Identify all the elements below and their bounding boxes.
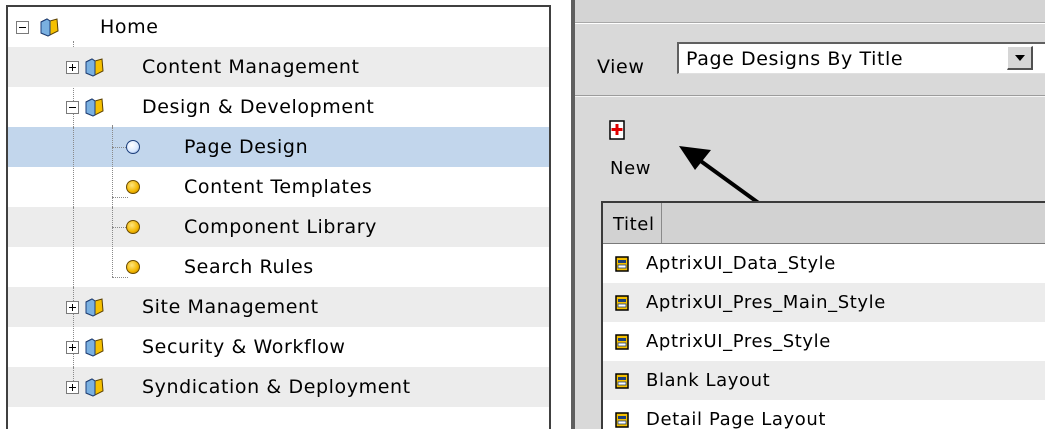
circle-node-icon: [126, 220, 140, 234]
circle-node-icon: [126, 140, 140, 154]
column-separator[interactable]: [661, 203, 662, 243]
view-select[interactable]: Page Designs By Title: [677, 42, 1045, 74]
folder-icon: [40, 18, 59, 37]
dropdown-arrow-icon[interactable]: [1007, 46, 1033, 70]
expand-icon[interactable]: [66, 341, 79, 354]
tree-item-label: Design & Development: [142, 96, 375, 118]
expand-icon[interactable]: [66, 61, 79, 74]
folder-icon: [85, 98, 104, 117]
circle-node-icon: [126, 180, 140, 194]
tree-connector: [73, 207, 74, 247]
page-design-table: Titel AptrixUI_Data_Style AptrixUI_Pres_…: [601, 201, 1045, 429]
folder-icon: [85, 298, 104, 317]
collapse-icon[interactable]: [16, 21, 29, 34]
table-cell-title: AptrixUI_Pres_Style: [646, 331, 831, 352]
expand-icon[interactable]: [66, 381, 79, 394]
page-design-icon: [615, 373, 629, 389]
folder-icon: [85, 338, 104, 357]
tree-item-design-development[interactable]: Design & Development: [8, 87, 549, 127]
tree-item-label: Syndication & Deployment: [142, 376, 411, 398]
circle-node-icon: [126, 260, 140, 274]
page-design-icon: [615, 256, 629, 272]
tree-item-search-rules[interactable]: Search Rules: [8, 247, 549, 287]
table-row[interactable]: AptrixUI_Pres_Style: [603, 322, 1045, 361]
tree-item-content-templates[interactable]: Content Templates: [8, 167, 549, 207]
tree-item-content-management[interactable]: Content Management: [8, 47, 549, 87]
tree-item-label: Page Design: [184, 136, 309, 158]
top-strip-highlight: [575, 23, 1045, 24]
new-button[interactable]: New: [601, 118, 661, 179]
table-cell-title: Detail Page Layout: [646, 409, 827, 429]
tree-item-site-management[interactable]: Site Management: [8, 287, 549, 327]
tree-item-label: Search Rules: [184, 256, 314, 278]
table-header[interactable]: Titel: [603, 203, 1045, 244]
new-button-label: New: [610, 158, 652, 179]
table-cell-title: Blank Layout: [646, 370, 771, 391]
table-cell-title: AptrixUI_Data_Style: [646, 253, 836, 274]
tree-item-label: Content Management: [142, 56, 360, 78]
tree-item-label: Component Library: [184, 216, 377, 238]
table-row[interactable]: Detail Page Layout: [603, 400, 1045, 429]
tree-connector: [112, 127, 113, 167]
pane-gap: [551, 0, 571, 429]
column-header-title: Titel: [613, 214, 655, 235]
tree-item-label: Content Templates: [184, 176, 373, 198]
table-row[interactable]: Blank Layout: [603, 361, 1045, 400]
view-select-value: Page Designs By Title: [686, 48, 904, 70]
tree-item-security-workflow[interactable]: Security & Workflow: [8, 327, 549, 367]
tree-connector: [112, 207, 113, 247]
navigation-tree: Home Content Management Design & Develop…: [6, 5, 551, 429]
tree-item-syndication-deployment[interactable]: Syndication & Deployment: [8, 367, 549, 407]
table-row[interactable]: AptrixUI_Pres_Main_Style: [603, 283, 1045, 322]
page-design-icon: [615, 295, 629, 311]
page-design-icon: [615, 334, 629, 350]
tree-item-page-design[interactable]: Page Design: [8, 127, 549, 167]
top-strip: [575, 0, 1045, 23]
tree-item-label: Security & Workflow: [142, 336, 346, 358]
new-document-icon: [609, 120, 625, 140]
table-cell-title: AptrixUI_Pres_Main_Style: [646, 292, 886, 313]
expand-icon[interactable]: [66, 301, 79, 314]
tree-item-label: Site Management: [142, 296, 319, 318]
content-pane: View Page Designs By Title New Titel Apt…: [575, 0, 1045, 429]
folder-icon: [85, 58, 104, 77]
toolbar-divider-highlight: [575, 96, 1045, 97]
tree-item-home[interactable]: Home: [8, 7, 549, 47]
tree-item-label: Home: [100, 16, 159, 38]
collapse-icon[interactable]: [66, 101, 79, 114]
tree-connector: [73, 127, 74, 167]
page-design-icon: [615, 412, 629, 428]
tree-item-component-library[interactable]: Component Library: [8, 207, 549, 247]
tree-empty-row: [8, 407, 549, 429]
view-label: View: [597, 56, 645, 78]
table-row[interactable]: AptrixUI_Data_Style: [603, 244, 1045, 283]
folder-icon: [85, 378, 104, 397]
